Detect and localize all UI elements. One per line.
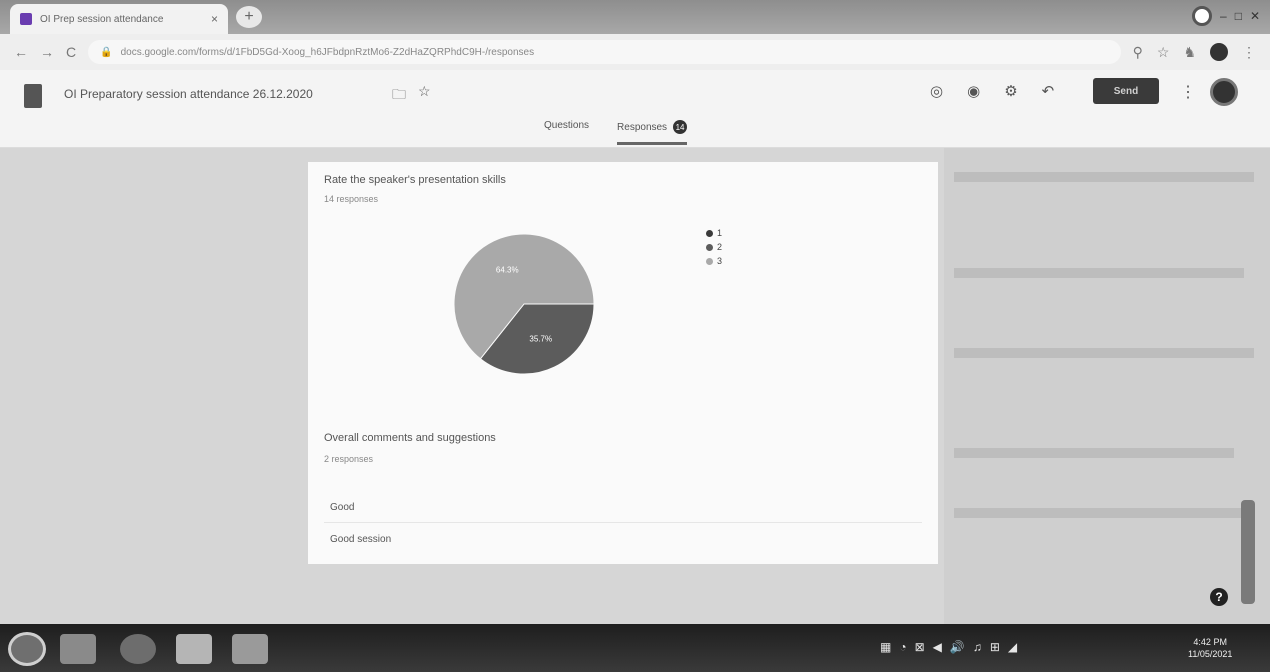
pie-label-2: 35.7% [529, 335, 552, 344]
customize-theme-icon[interactable]: ◎ [930, 82, 943, 100]
taskbar-app-media[interactable] [120, 634, 156, 664]
decor-line [954, 172, 1254, 182]
right-panel [944, 148, 1270, 624]
system-tray: ▦ ◔ ⊠ ◀ 🔊 ♫ ⊞ ◢ [880, 640, 1017, 654]
account-avatar[interactable] [1210, 78, 1238, 106]
taskbar-app-chrome[interactable] [176, 634, 212, 664]
question-title: Rate the speaker's presentation skills [324, 174, 506, 186]
answer-item: Good [330, 502, 355, 513]
legend-swatch [706, 243, 713, 251]
profile-icon[interactable] [1192, 6, 1212, 26]
reload-icon[interactable]: C [66, 44, 76, 60]
response-count: 14 responses [324, 194, 379, 204]
form-tabs: Questions Responses 14 [544, 120, 688, 145]
legend-swatch [706, 229, 713, 237]
browser-tab-strip: OI Prep session attendance × + – □ ✕ [0, 0, 1270, 34]
decor-line [954, 268, 1244, 278]
clock[interactable]: 4:42 PM 11/05/2021 [1188, 636, 1232, 660]
taskbar: ▦ ◔ ⊠ ◀ 🔊 ♫ ⊞ ◢ 4:42 PM 11/05/2021 [0, 624, 1270, 672]
move-to-folder-icon[interactable]: 🗀 [392, 84, 406, 108]
tab-responses[interactable]: Responses 14 [617, 120, 688, 145]
form-title[interactable]: OI Preparatory session attendance 26.12.… [64, 87, 313, 101]
legend-label: 3 [717, 256, 723, 266]
legend-swatch [706, 257, 713, 265]
response-count: 2 responses [324, 454, 374, 464]
question-title: Overall comments and suggestions [324, 432, 496, 444]
forms-favicon-icon [20, 13, 32, 25]
tray-icon[interactable]: ♫ [973, 640, 982, 654]
volume-icon[interactable]: 🔊 [950, 640, 965, 654]
network-icon[interactable]: ◢ [1008, 640, 1017, 654]
more-options-icon[interactable]: ⋮ [1180, 82, 1196, 102]
back-icon[interactable]: ← [14, 44, 28, 60]
tab-questions[interactable]: Questions [544, 120, 589, 145]
toolbar-actions: ⚲ ☆ ♞ ⋮ [1133, 43, 1256, 61]
legend-item-1: 1 [706, 226, 722, 240]
pie-chart: 35.7% 64.3% [453, 233, 595, 375]
address-bar[interactable]: 🔒 docs.google.com/forms/d/1FbD5Gd-Xoog_h… [88, 40, 1121, 64]
responses-count-badge: 14 [673, 120, 688, 134]
url-text: docs.google.com/forms/d/1FbD5Gd-Xoog_h6J… [120, 46, 535, 58]
browser-profile-icon[interactable] [1210, 43, 1228, 61]
legend-item-2: 2 [706, 240, 722, 254]
question-card-comments: Overall comments and suggestions 2 respo… [308, 424, 938, 564]
answer-item: Good session [330, 534, 392, 545]
decor-line [954, 448, 1234, 458]
bookmark-star-icon[interactable]: ☆ [1157, 44, 1170, 61]
tray-icon[interactable]: ⊠ [915, 640, 925, 654]
scrollbar-thumb[interactable] [1241, 500, 1255, 604]
browser-menu-icon[interactable]: ⋮ [1242, 44, 1256, 61]
preview-icon[interactable]: ◉ [967, 82, 980, 100]
new-tab-button[interactable]: + [236, 6, 262, 28]
extension-icon[interactable]: ♞ [1183, 44, 1196, 61]
decor-line [954, 508, 1254, 518]
browser-tab[interactable]: OI Prep session attendance × [10, 4, 228, 34]
browser-toolbar: ← → C 🔒 docs.google.com/forms/d/1FbD5Gd-… [0, 34, 1270, 70]
undo-icon[interactable]: ↶ [1042, 82, 1055, 100]
tray-icon[interactable]: ◔ [899, 640, 906, 654]
header-icons: ◎ ◉ ⚙ ↶ [930, 82, 1054, 100]
send-button[interactable]: Send [1093, 78, 1159, 104]
minimize-icon[interactable]: – [1220, 9, 1227, 23]
clock-time: 4:42 PM [1193, 637, 1227, 647]
lock-icon: 🔒 [100, 46, 113, 58]
pie-label-3: 64.3% [496, 265, 519, 274]
chart-legend: 1 2 3 [706, 226, 722, 268]
legend-item-3: 3 [706, 254, 722, 268]
settings-icon[interactable]: ⚙ [1004, 82, 1017, 100]
legend-label: 1 [717, 228, 723, 238]
taskbar-app-explorer[interactable] [60, 634, 96, 664]
tray-icon[interactable]: ▦ [880, 640, 891, 654]
close-window-icon[interactable]: ✕ [1250, 9, 1260, 23]
tray-icon[interactable]: ⊞ [990, 640, 1000, 654]
forward-icon[interactable]: → [40, 44, 54, 60]
tray-icon[interactable]: ◀ [933, 640, 942, 654]
tab-responses-label: Responses [617, 121, 668, 133]
window-controls: – □ ✕ [1192, 6, 1260, 26]
star-icon[interactable]: ☆ [418, 83, 431, 100]
taskbar-app-calendar[interactable] [232, 634, 268, 664]
clock-date: 11/05/2021 [1188, 649, 1233, 659]
decor-line [954, 348, 1254, 358]
legend-label: 2 [717, 242, 723, 252]
divider [324, 522, 922, 523]
help-icon[interactable]: ? [1210, 588, 1228, 606]
forms-logo-icon [24, 84, 42, 108]
maximize-icon[interactable]: □ [1235, 9, 1242, 23]
forms-header: OI Preparatory session attendance 26.12.… [0, 70, 1270, 148]
zoom-icon[interactable]: ⚲ [1133, 44, 1143, 61]
tab-title: OI Prep session attendance [40, 13, 164, 25]
question-card-rating: Rate the speaker's presentation skills 1… [308, 162, 938, 424]
close-tab-icon[interactable]: × [211, 12, 218, 26]
start-button[interactable] [8, 632, 46, 666]
